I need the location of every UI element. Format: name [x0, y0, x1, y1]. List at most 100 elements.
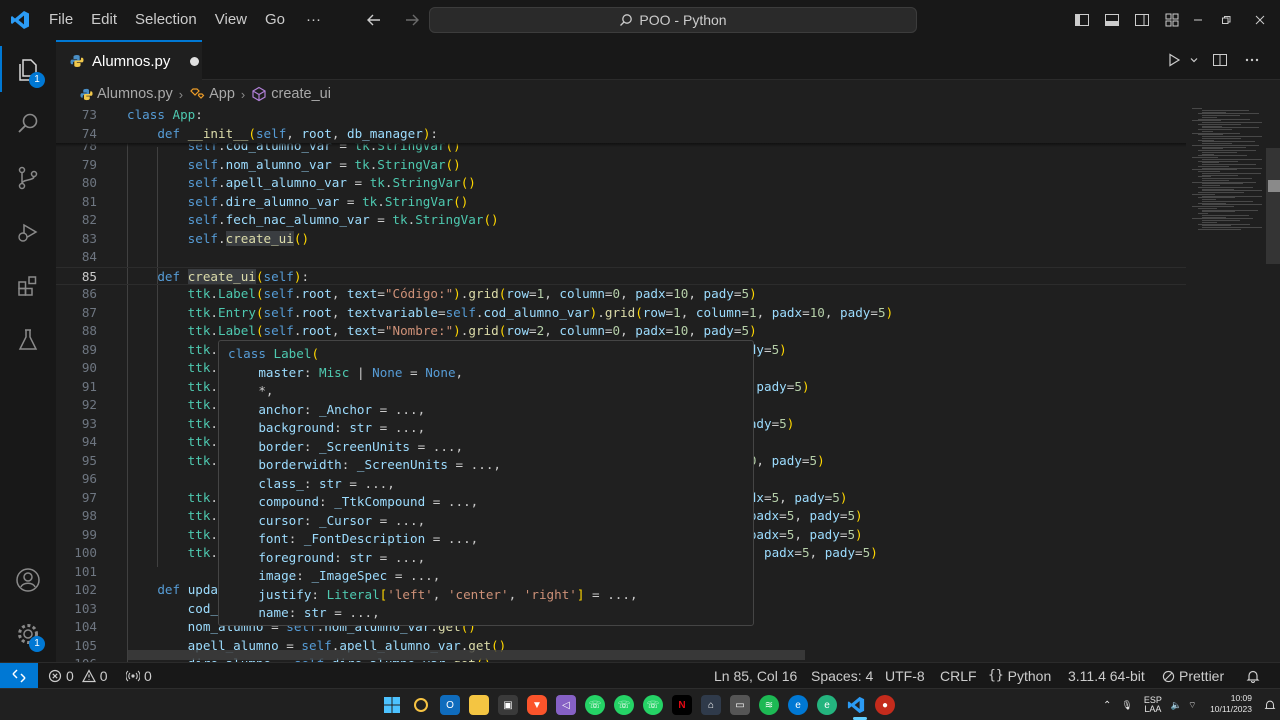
wifi-icon[interactable]: ⌔	[1185, 700, 1199, 711]
outlook-icon[interactable]: O	[440, 695, 460, 715]
code-line[interactable]: 87 ttk.Entry(self.root, textvariable=sel…	[56, 304, 1186, 323]
warning-count: 0	[99, 668, 108, 684]
run-python-file-icon[interactable]	[1162, 48, 1186, 72]
unsaved-dot-icon[interactable]	[190, 56, 200, 66]
restore-window-icon[interactable]	[1212, 0, 1240, 40]
code-text: ttk.Label(self.root, text="Nombre:").gri…	[187, 323, 757, 338]
netflix-icon[interactable]: N	[672, 695, 692, 715]
sticky-scroll-line[interactable]: 74 def __init__(self, root, db_manager):	[56, 124, 1186, 143]
breadcrumb: Alumnos.py › App › create_ui	[56, 82, 1186, 106]
extensions-icon[interactable]	[0, 260, 56, 312]
minimize-window-icon[interactable]	[1184, 0, 1212, 40]
breadcrumb-method[interactable]: create_ui	[251, 86, 331, 102]
brave-browser-icon[interactable]: ▼	[527, 695, 547, 715]
forward-arrow-icon[interactable]	[400, 8, 424, 32]
tab-alumnos-py[interactable]: Alumnos.py	[56, 40, 202, 80]
menu-view[interactable]: View	[206, 6, 256, 34]
notifications-bell-icon[interactable]	[1246, 663, 1260, 689]
whatsapp-icon[interactable]: ☏	[643, 695, 663, 715]
active-indicator	[0, 46, 2, 92]
input-language-bottom[interactable]: LAA	[1144, 705, 1161, 714]
ports-count: 0	[144, 668, 152, 684]
whatsapp-icon[interactable]: ☏	[585, 695, 605, 715]
manage-gear-icon[interactable]: 1	[0, 608, 56, 660]
line-number: 80	[81, 175, 97, 190]
visual-studio-icon[interactable]: ◁	[556, 695, 576, 715]
menu-file[interactable]: File	[40, 6, 82, 34]
edge-dev-icon[interactable]: e	[817, 695, 837, 715]
store-icon[interactable]: ▣	[498, 695, 518, 715]
source-control-icon[interactable]	[0, 152, 56, 204]
explorer-icon[interactable]: 1	[0, 44, 56, 96]
menu-selection[interactable]: Selection	[126, 6, 206, 34]
breadcrumb-class[interactable]: App	[189, 86, 235, 102]
spotify-icon[interactable]: ≋	[759, 695, 779, 715]
clock-time: 10:09	[1230, 693, 1252, 703]
run-debug-icon[interactable]	[0, 206, 56, 258]
minimap[interactable]	[1186, 106, 1266, 662]
command-center-search[interactable]: POO - Python	[429, 7, 917, 33]
horizontal-scrollbar[interactable]	[127, 650, 805, 660]
toggle-panel-icon[interactable]	[1100, 8, 1124, 32]
end-of-line[interactable]: CRLF	[940, 663, 977, 689]
clock[interactable]: 10:09 10/11/2023	[1210, 693, 1252, 715]
search-icon	[620, 14, 633, 26]
breadcrumb-file[interactable]: Alumnos.py	[80, 86, 173, 102]
chevron-up-icon[interactable]: ⌃	[1098, 700, 1116, 711]
menu-edit[interactable]: Edit	[82, 6, 126, 34]
close-window-icon[interactable]	[1240, 0, 1280, 40]
toggle-secondary-sidebar-icon[interactable]	[1130, 8, 1154, 32]
code-line[interactable]: 81 self.dire_alumno_var = tk.StringVar()	[56, 193, 1186, 212]
code-line[interactable]: 84	[56, 248, 1186, 267]
hover-signature-line: border: _ScreenUnits = ...,	[258, 438, 464, 454]
line-number: 74	[81, 125, 97, 141]
line-number: 86	[81, 286, 97, 301]
language-mode[interactable]: {} Python	[988, 663, 1051, 689]
vertical-scrollbar[interactable]	[1266, 148, 1280, 264]
edge-icon[interactable]: e	[788, 695, 808, 715]
customize-layout-icon[interactable]	[1160, 8, 1184, 32]
code-text: ttk.Entry(self.root, textvariable=self.c…	[187, 304, 894, 320]
line-number: 89	[81, 341, 97, 357]
speaker-icon[interactable]: 🔈	[1168, 700, 1185, 711]
menu-more[interactable]: ···	[294, 6, 333, 34]
accounts-icon[interactable]	[0, 554, 56, 606]
testing-flask-icon[interactable]	[0, 314, 56, 366]
recorder-icon[interactable]: ●	[875, 695, 895, 715]
prettier-status[interactable]: Prettier	[1162, 663, 1224, 689]
code-line[interactable]: 82 self.fech_nac_alumno_var = tk.StringV…	[56, 211, 1186, 230]
python-interpreter[interactable]: 3.11.4 64-bit	[1068, 663, 1145, 689]
code-line[interactable]: 80 self.apell_alumno_var = tk.StringVar(…	[56, 174, 1186, 193]
line-number: 83	[81, 230, 97, 246]
code-line[interactable]: 83 self.create_ui()	[56, 230, 1186, 249]
vscode-taskbar-icon[interactable]	[846, 695, 866, 715]
ports-indicator[interactable]: 0	[126, 663, 152, 689]
code-line[interactable]: 86 ttk.Label(self.root, text="Código:").…	[56, 285, 1186, 304]
file-explorer-icon[interactable]	[469, 695, 489, 715]
whatsapp-icon[interactable]: ☏	[614, 695, 634, 715]
app-icon[interactable]: ▭	[730, 695, 750, 715]
sticky-scroll-line[interactable]: 73 class App:	[56, 106, 1186, 125]
app-icon[interactable]: ⌂	[701, 695, 721, 715]
search-icon[interactable]	[0, 98, 56, 150]
microphone-icon[interactable]: 🎙	[1116, 700, 1137, 711]
status-bar: 0 0 0 Ln 85, Col 16 Spaces: 4 UTF-8 CRLF…	[0, 662, 1280, 689]
code-line[interactable]: 88 ttk.Label(self.root, text="Nombre:").…	[56, 322, 1186, 341]
more-actions-icon[interactable]	[1240, 48, 1264, 72]
encoding[interactable]: UTF-8	[885, 663, 925, 689]
windows-start-icon[interactable]	[382, 695, 402, 715]
indentation[interactable]: Spaces: 4	[811, 663, 873, 689]
code-line[interactable]: 85 def create_ui(self):	[56, 266, 1186, 285]
back-arrow-icon[interactable]	[362, 8, 386, 32]
problems-indicator[interactable]: 0 0	[48, 663, 108, 689]
remote-indicator-icon[interactable]	[0, 663, 38, 689]
toggle-primary-sidebar-icon[interactable]	[1070, 8, 1094, 32]
prettier-label: Prettier	[1179, 668, 1225, 684]
code-line[interactable]: 79 self.nom_alumno_var = tk.StringVar()	[56, 156, 1186, 175]
menu-go[interactable]: Go	[256, 6, 294, 34]
run-dropdown-chevron-icon[interactable]	[1188, 48, 1200, 72]
copilot-icon[interactable]	[411, 695, 431, 715]
notification-center-icon[interactable]	[1264, 689, 1276, 720]
split-editor-icon[interactable]	[1208, 48, 1232, 72]
cursor-position[interactable]: Ln 85, Col 16	[714, 663, 797, 689]
